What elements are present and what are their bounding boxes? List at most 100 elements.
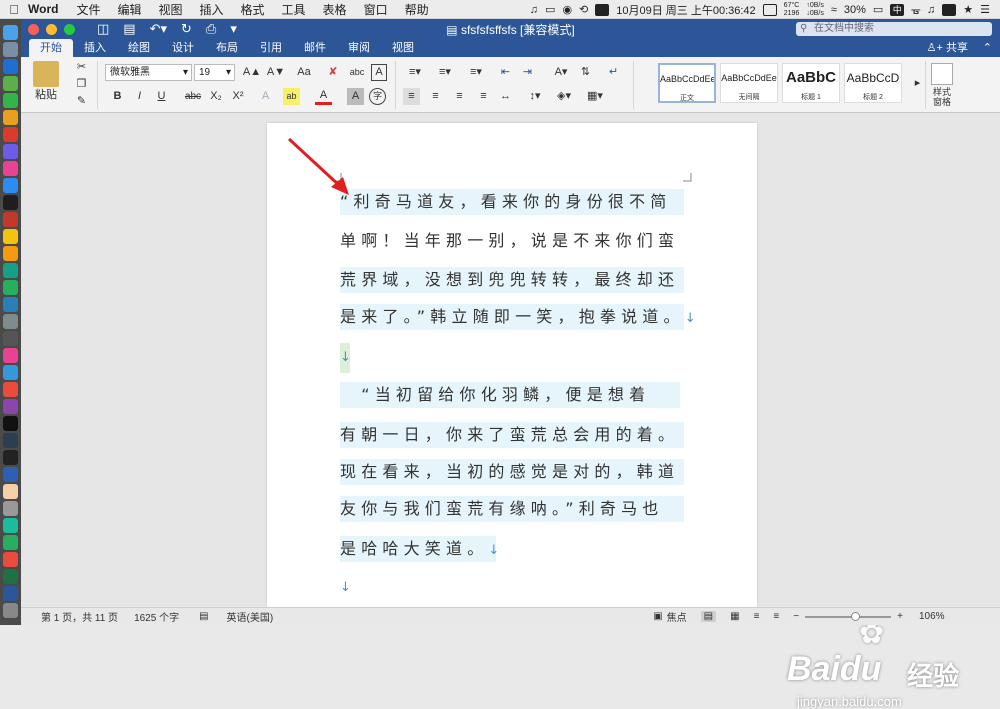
tab-layout[interactable]: 布局 xyxy=(205,39,249,57)
dock-excel-icon[interactable] xyxy=(3,569,18,584)
clipboard-icon[interactable] xyxy=(33,61,59,87)
print-layout-icon[interactable]: ▤ xyxy=(700,611,717,622)
empty-paragraph[interactable]: ↓ xyxy=(340,573,351,599)
numbering-icon[interactable]: ≡▾ xyxy=(433,64,457,81)
highlight-button[interactable]: ab xyxy=(283,88,300,105)
line-spacing-icon[interactable]: ↕▾ xyxy=(523,88,547,105)
increase-indent-icon[interactable]: ⇥ xyxy=(519,64,536,81)
clear-formatting-icon[interactable]: ✘ xyxy=(323,64,343,81)
minimize-window-button[interactable] xyxy=(46,23,57,35)
app-menu-word[interactable]: Word xyxy=(28,2,58,16)
zoom-slider-thumb[interactable] xyxy=(851,611,861,621)
dock-appstore-icon[interactable] xyxy=(3,365,18,380)
battery-text[interactable]: 30% xyxy=(844,4,866,16)
styles-pane-button[interactable]: 样式 窗格 xyxy=(925,87,959,107)
styles-next-icon[interactable]: ▸ xyxy=(909,75,926,92)
shading-icon[interactable]: ◈▾ xyxy=(553,88,575,105)
text-line[interactable]: 荒界域，没想到兜兜转转，最终却还 xyxy=(340,267,684,293)
proofing-icon[interactable]: ▤ xyxy=(199,611,208,622)
zoom-in-button[interactable]: + xyxy=(897,611,903,622)
outline-view-icon[interactable]: ≡ xyxy=(754,611,760,622)
strikethrough-button[interactable]: abc xyxy=(181,88,205,105)
share-button[interactable]: ♙+ 共享 xyxy=(927,39,968,57)
style-heading-1[interactable]: AaBbC 标题 1 xyxy=(782,63,840,103)
tab-draw[interactable]: 绘图 xyxy=(117,39,161,57)
enclose-character-button[interactable]: 字 xyxy=(369,88,386,105)
decrease-indent-icon[interactable]: ⇤ xyxy=(497,64,514,81)
word-count[interactable]: 1625 个字 xyxy=(134,609,179,624)
paste-button[interactable]: 粘贴 xyxy=(31,87,61,103)
dock-app-icon[interactable] xyxy=(3,229,18,244)
tab-references[interactable]: 引用 xyxy=(249,39,293,57)
battery-icon[interactable]: ▭ xyxy=(873,3,883,16)
display-icon[interactable]: ▭ xyxy=(545,3,555,16)
sidebar-toggle-icon[interactable]: ◫ xyxy=(97,21,109,37)
focus-mode-button[interactable]: 焦点 xyxy=(667,609,687,624)
empty-paragraph[interactable]: ↓ xyxy=(340,343,351,373)
save-icon[interactable]: ▤ xyxy=(123,21,135,37)
dock-app-icon[interactable] xyxy=(3,263,18,278)
font-size-select[interactable]: 19 ▾ xyxy=(194,64,235,81)
dock-app-icon[interactable] xyxy=(3,331,18,346)
dock-app-icon[interactable] xyxy=(3,314,18,329)
music-icon[interactable]: ♫ xyxy=(530,4,538,16)
menu-table[interactable]: 表格 xyxy=(323,1,347,18)
superscript-button[interactable]: X² xyxy=(229,88,247,105)
text-line[interactable]: “当初留给你化羽鳞，便是想着 xyxy=(340,382,680,408)
menu-list-icon[interactable]: ☰ xyxy=(980,3,990,16)
collapse-ribbon-button[interactable]: ⌃ xyxy=(983,39,992,57)
multilevel-list-icon[interactable]: ≡▾ xyxy=(463,64,489,81)
bold-button[interactable]: B xyxy=(109,88,126,105)
align-center-icon[interactable]: ≡ xyxy=(427,88,444,105)
menu-window[interactable]: 窗口 xyxy=(364,1,388,18)
clock-text[interactable]: 10月09日 周三 上午00:36:42 xyxy=(616,2,755,18)
style-heading-2[interactable]: AaBbCcD 标题 2 xyxy=(844,63,902,103)
tab-review[interactable]: 审阅 xyxy=(337,39,381,57)
dock-app-icon[interactable] xyxy=(3,144,18,159)
dock-app-icon[interactable] xyxy=(3,399,18,414)
dock-yandex-icon[interactable] xyxy=(3,484,18,499)
styles-pane-icon[interactable] xyxy=(931,63,953,85)
underline-button[interactable]: U xyxy=(153,88,170,105)
zoom-slider[interactable] xyxy=(805,611,892,621)
font-color-button[interactable]: A xyxy=(315,88,332,105)
focus-icon[interactable]: ▣ xyxy=(653,611,662,622)
dock-chrome-icon[interactable] xyxy=(3,110,18,125)
dock-app-icon[interactable] xyxy=(3,518,18,533)
close-window-button[interactable] xyxy=(28,23,39,35)
align-right-icon[interactable]: ≡ xyxy=(451,88,468,105)
menu-help[interactable]: 帮助 xyxy=(405,1,429,18)
justify-icon[interactable]: ≡ xyxy=(475,88,492,105)
bullets-icon[interactable]: ≡▾ xyxy=(403,64,427,81)
dock-safari-icon[interactable] xyxy=(3,59,18,74)
tab-view[interactable]: 视图 xyxy=(381,39,425,57)
dock-app-icon[interactable] xyxy=(3,76,18,91)
zoom-window-button[interactable] xyxy=(64,23,75,35)
undo-icon[interactable]: ↶▾ xyxy=(150,21,167,37)
zoom-level[interactable]: 106% xyxy=(919,611,945,622)
dock-terminal-icon[interactable] xyxy=(3,416,18,431)
tab-design[interactable]: 设计 xyxy=(161,39,205,57)
dock-appstore-icon[interactable] xyxy=(3,178,18,193)
tab-home[interactable]: 开始 xyxy=(29,39,73,57)
redo-icon[interactable]: ↻ xyxy=(181,21,192,37)
text-effects-button[interactable]: A xyxy=(257,88,274,105)
text-line[interactable]: 单啊！当年那一别，说是不来你们蛮 xyxy=(340,228,684,254)
menu-tools[interactable]: 工具 xyxy=(282,1,306,18)
text-line[interactable]: “利奇马道友，看来你的身份很不简 xyxy=(340,189,684,215)
customize-toolbar-icon[interactable]: ▾ xyxy=(230,21,237,37)
menu-format[interactable]: 格式 xyxy=(241,1,265,18)
print-icon[interactable]: ⎙ xyxy=(206,21,216,37)
menu-view[interactable]: 视图 xyxy=(158,1,182,18)
tab-mailings[interactable]: 邮件 xyxy=(293,39,337,57)
dock-app-icon[interactable] xyxy=(3,127,18,142)
document-page[interactable]: “利奇马道友，看来你的身份很不简 单啊！当年那一别，说是不来你们蛮 荒界域，没想… xyxy=(267,123,757,607)
web-layout-icon[interactable]: ▦ xyxy=(730,611,739,622)
dock-app-icon[interactable] xyxy=(3,195,18,210)
dock-trash-icon[interactable] xyxy=(3,603,18,618)
menu-insert[interactable]: 插入 xyxy=(200,1,224,18)
text-line[interactable]: 友你与我们蛮荒有缘呐。”利奇马也 xyxy=(340,496,684,522)
dock-weibo-icon[interactable] xyxy=(3,552,18,567)
window-tray-icon[interactable] xyxy=(762,3,777,16)
character-shading-button[interactable]: A xyxy=(347,88,364,105)
